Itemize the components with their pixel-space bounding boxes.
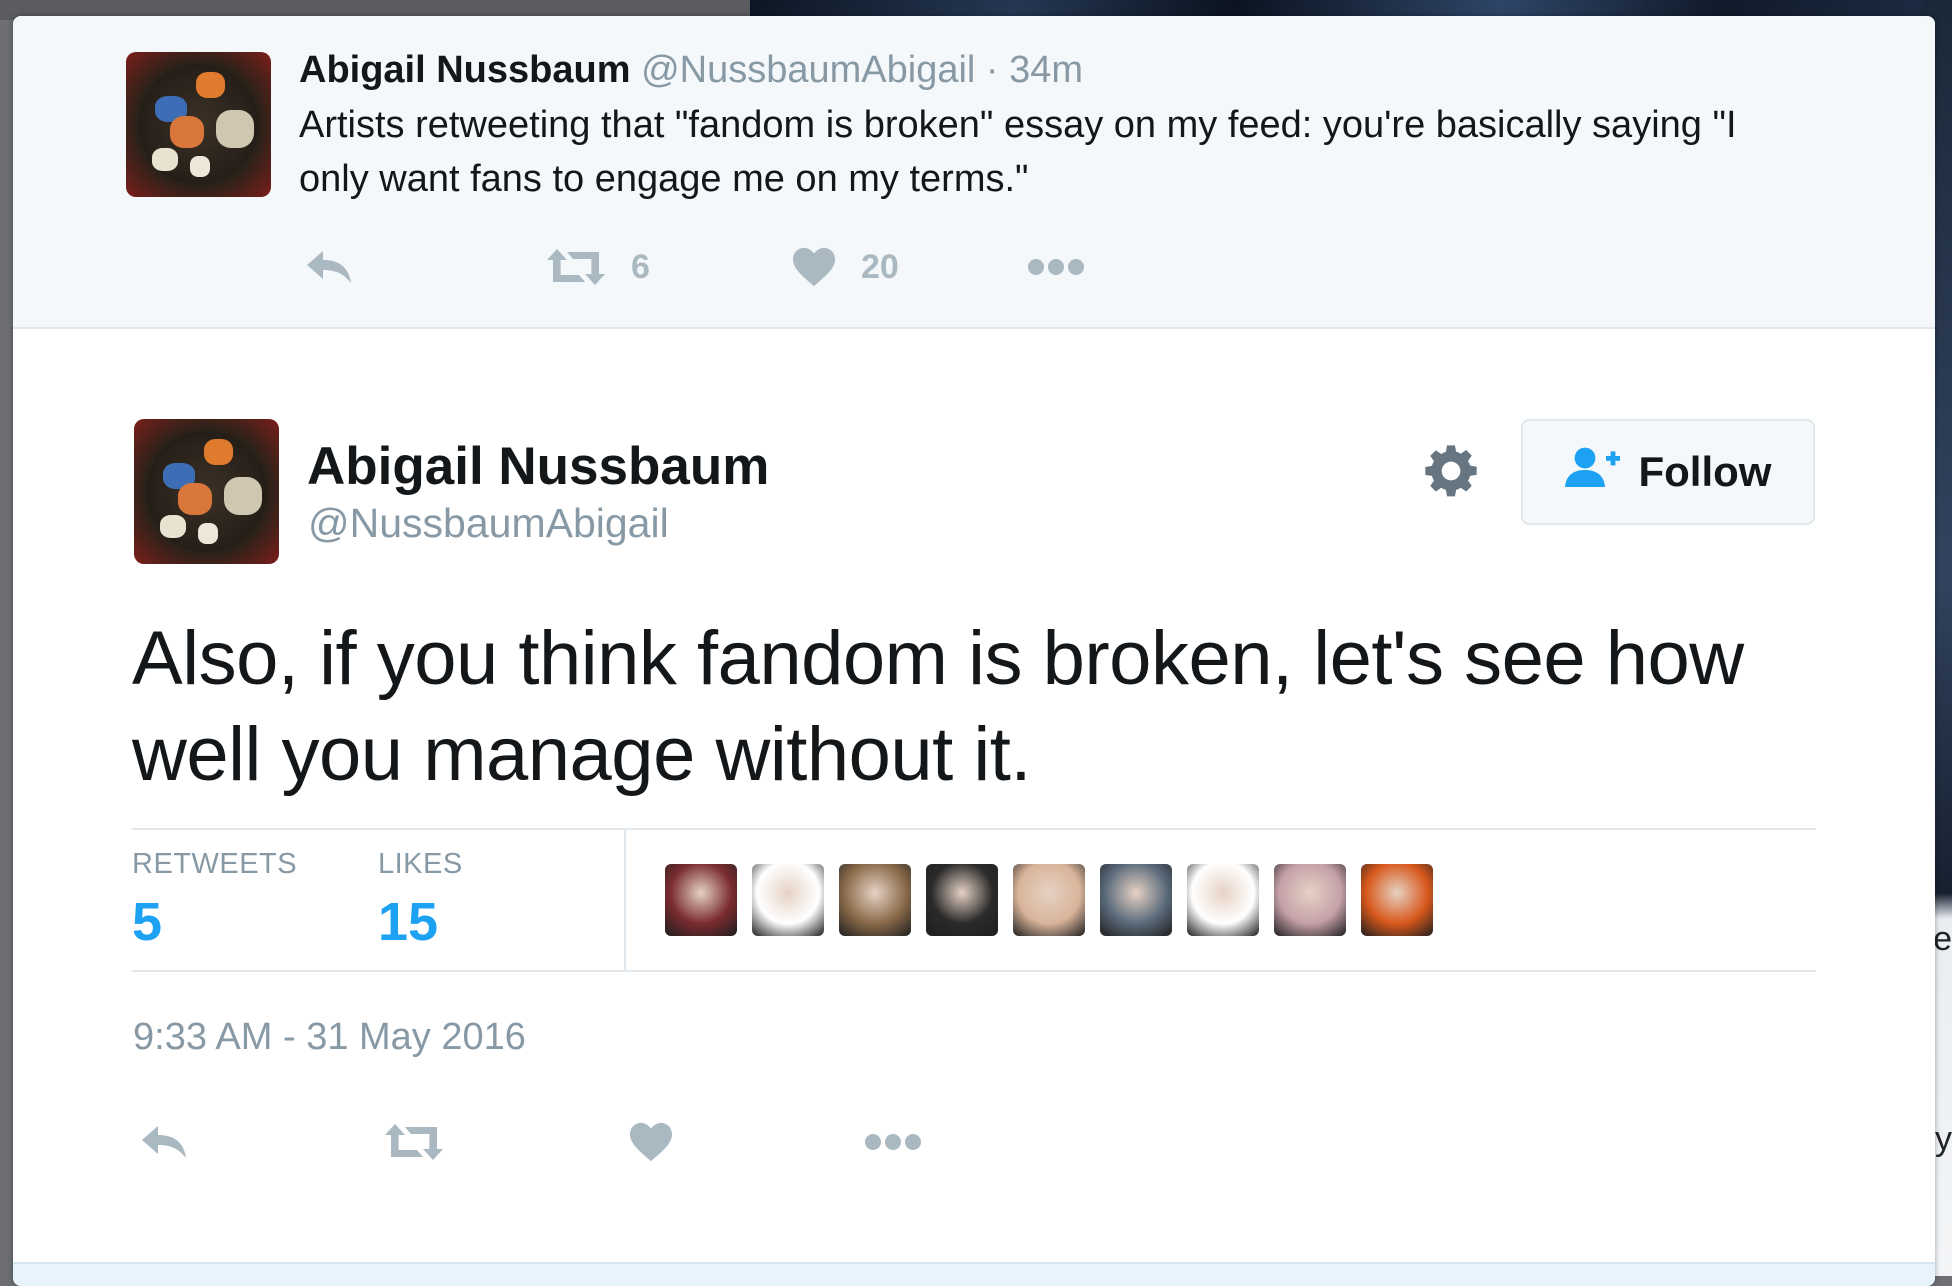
- avatar[interactable]: [134, 419, 279, 564]
- tweet-stats: RETWEETS 5 LIKES 15: [132, 828, 1816, 972]
- author-name[interactable]: Abigail Nussbaum: [307, 436, 769, 497]
- retweet-button[interactable]: 6: [545, 247, 791, 287]
- background-peek-text-2: y: [1935, 1120, 1952, 1158]
- likes-stat[interactable]: LIKES 15: [378, 848, 463, 953]
- author-handle[interactable]: @NussbaumAbigail: [641, 49, 975, 91]
- more-icon: [863, 1132, 923, 1152]
- author-name[interactable]: Abigail Nussbaum: [299, 49, 631, 91]
- stats-divider: [624, 830, 626, 970]
- main-tweet-actions: [138, 1121, 923, 1163]
- background-peek-text-1: e: [1933, 920, 1952, 958]
- tweet-modal: Abigail Nussbaum @NussbaumAbigail · 34m …: [13, 16, 1935, 1286]
- main-tweet-text: Also, if you think fandom is broken, let…: [132, 616, 1744, 797]
- liker-avatar[interactable]: [1013, 864, 1085, 936]
- parent-tweet-actions: 6 20: [303, 246, 1086, 288]
- parent-tweet-text: Artists retweeting that "fandom is broke…: [299, 104, 1737, 200]
- follow-button[interactable]: Follow: [1521, 419, 1815, 525]
- parent-tweet-header: Abigail Nussbaum @NussbaumAbigail · 34m: [299, 46, 1083, 95]
- reply-button[interactable]: [303, 247, 545, 287]
- likes-label: LIKES: [378, 848, 463, 880]
- retweet-count: 6: [631, 247, 650, 286]
- like-button[interactable]: 20: [791, 246, 1026, 288]
- retweet-icon: [545, 247, 607, 287]
- retweet-icon: [383, 1122, 445, 1162]
- liker-avatar[interactable]: [1274, 864, 1346, 936]
- reply-icon: [138, 1122, 190, 1162]
- liker-avatar[interactable]: [665, 864, 737, 936]
- parent-tweet[interactable]: Abigail Nussbaum @NussbaumAbigail · 34m …: [13, 16, 1935, 329]
- author-handle[interactable]: @NussbaumAbigail: [308, 500, 669, 547]
- tweet-timestamp[interactable]: 9:33 AM - 31 May 2016: [133, 1016, 526, 1059]
- heart-icon: [791, 246, 837, 288]
- gear-icon[interactable]: [1423, 443, 1479, 499]
- heart-icon: [628, 1121, 674, 1163]
- liker-avatar[interactable]: [752, 864, 824, 936]
- reply-icon: [303, 247, 355, 287]
- like-button[interactable]: [628, 1121, 863, 1163]
- follow-label: Follow: [1638, 448, 1772, 495]
- likers-avatars: [665, 864, 1448, 936]
- retweet-button[interactable]: [383, 1122, 628, 1162]
- meta-separator: ·: [985, 49, 999, 91]
- more-icon: [1026, 257, 1086, 277]
- add-user-icon: [1564, 445, 1639, 499]
- retweets-value: 5: [132, 892, 163, 952]
- liker-avatar[interactable]: [839, 864, 911, 936]
- tweet-time[interactable]: 34m: [1009, 49, 1083, 91]
- liker-avatar[interactable]: [1361, 864, 1433, 936]
- liker-avatar[interactable]: [926, 864, 998, 936]
- more-button[interactable]: [1026, 257, 1086, 277]
- reply-button[interactable]: [138, 1122, 383, 1162]
- more-button[interactable]: [863, 1132, 923, 1152]
- reply-area-strip: [13, 1262, 1935, 1286]
- avatar[interactable]: [126, 52, 271, 197]
- liker-avatar[interactable]: [1100, 864, 1172, 936]
- likes-value: 15: [378, 892, 439, 952]
- retweets-label: RETWEETS: [132, 848, 298, 880]
- liker-avatar[interactable]: [1187, 864, 1259, 936]
- like-count: 20: [861, 247, 899, 286]
- retweets-stat[interactable]: RETWEETS 5: [132, 848, 297, 953]
